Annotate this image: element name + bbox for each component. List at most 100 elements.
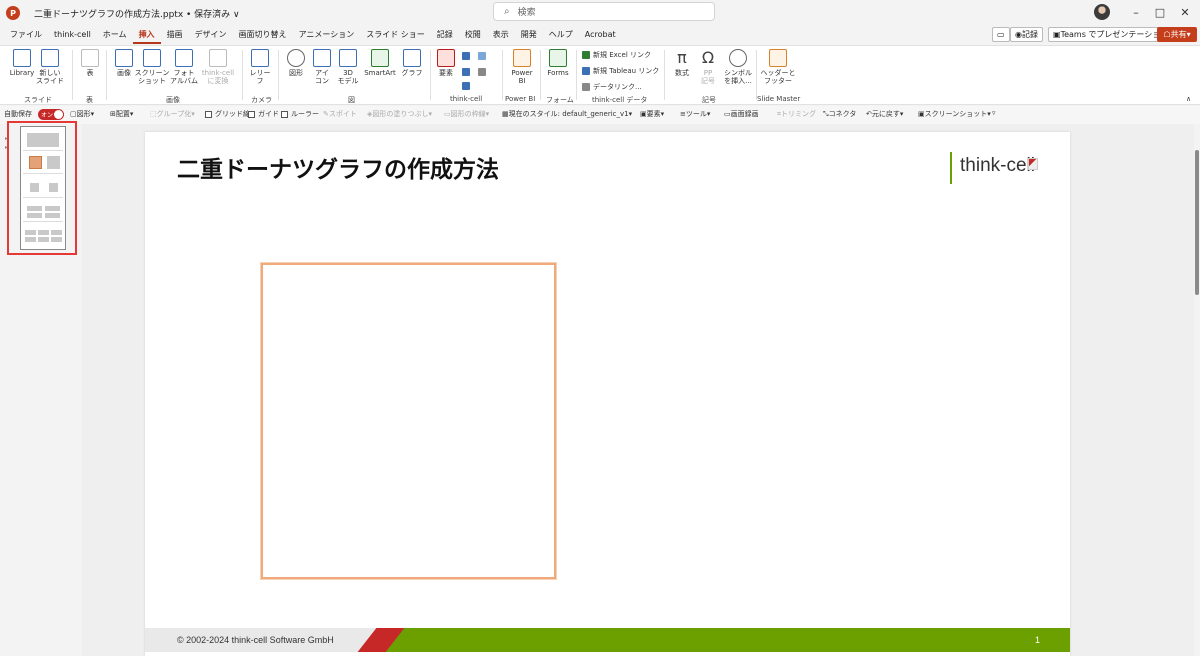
powerbi-button[interactable]: Power BI bbox=[504, 49, 540, 91]
layout-thumbnail-1[interactable] bbox=[23, 129, 63, 151]
content-placeholder[interactable] bbox=[261, 263, 556, 579]
search-input[interactable]: ⌕ 検索 bbox=[493, 2, 715, 21]
ribbon-collapse-icon[interactable]: ∧ bbox=[1186, 95, 1191, 103]
convert-icon bbox=[209, 49, 227, 67]
ruler-checkbox[interactable]: ルーラー bbox=[281, 109, 319, 119]
minimize-icon[interactable]: – bbox=[1126, 3, 1146, 21]
new-excel-link-button[interactable]: 新規 Excel リンク bbox=[582, 50, 651, 60]
symbol-search-icon bbox=[729, 49, 747, 67]
header-footer-icon bbox=[769, 49, 787, 67]
layout-thumbnail-strip[interactable] bbox=[20, 126, 66, 250]
tab-view[interactable]: 表示 bbox=[487, 26, 515, 44]
new-slide-button[interactable]: 新しい スライド bbox=[32, 49, 68, 91]
elements-button[interactable]: 要素 bbox=[428, 49, 464, 91]
scrollbar-thumb[interactable] bbox=[1195, 150, 1199, 295]
tab-slideshow[interactable]: スライド ショー bbox=[360, 26, 431, 44]
tab-design[interactable]: デザイン bbox=[189, 26, 233, 44]
customize-toolbar-icon[interactable]: ▿ bbox=[992, 109, 996, 117]
icons-icon bbox=[313, 49, 331, 67]
close-icon[interactable]: ✕ bbox=[1175, 3, 1195, 21]
smartart-button[interactable]: SmartArt bbox=[362, 49, 398, 91]
chart-button[interactable]: グラフ bbox=[394, 49, 430, 91]
crop-button[interactable]: ⌗ トリミング bbox=[777, 109, 816, 119]
toolbar-shapes[interactable]: ▢ 図形 ▾ bbox=[70, 109, 94, 119]
data-link-button[interactable]: データリンク... bbox=[582, 82, 642, 92]
shape-fill-button[interactable]: ◈ 図形の塗りつぶし ▾ bbox=[367, 109, 432, 119]
tab-record[interactable]: 記録 bbox=[431, 26, 459, 44]
tab-developer[interactable]: 開発 bbox=[515, 26, 543, 44]
connector-button[interactable]: ⤡ コネクタ bbox=[823, 109, 856, 119]
insert-symbol-button[interactable]: シンボル を挿入... bbox=[720, 49, 756, 91]
screenshot-button[interactable]: スクリーン ショット bbox=[134, 49, 170, 91]
toolbar-group[interactable]: ⬚ グループ化 ▾ bbox=[150, 109, 195, 119]
autosave-toggle[interactable]: オン bbox=[38, 109, 64, 120]
tab-transitions[interactable]: 画面切り替え bbox=[233, 26, 293, 44]
teams-present-button[interactable]: ▣ Teams でプレゼンテーション bbox=[1048, 27, 1174, 42]
thinkcell-logo-bar bbox=[950, 152, 952, 184]
new-tableau-link-button[interactable]: 新規 Tableau リンク bbox=[582, 66, 659, 76]
toolbar-elements[interactable]: ▣ 要素 ▾ bbox=[640, 109, 664, 119]
3d-models-button[interactable]: 3D モデル bbox=[330, 49, 366, 91]
slide-title[interactable]: 二重ドーナツグラフの作成方法 bbox=[177, 150, 499, 184]
thinkcell-convert-button[interactable]: think-cell に変換 bbox=[200, 49, 236, 91]
new-slide-icon bbox=[41, 49, 59, 67]
photo-album-icon bbox=[175, 49, 193, 67]
record-button[interactable]: ◉ 記録 bbox=[1010, 27, 1043, 42]
thinkcell-logo: think-cell bbox=[960, 155, 1035, 176]
thinkcell-align-icon[interactable] bbox=[478, 68, 489, 76]
tab-home[interactable]: ホーム bbox=[97, 26, 133, 44]
tab-help[interactable]: ヘルプ bbox=[543, 26, 579, 44]
slide-footer: © 2002-2024 think-cell Software GmbH 1 bbox=[145, 628, 1070, 652]
chart-icon bbox=[403, 49, 421, 67]
camera-icon bbox=[251, 49, 269, 67]
tab-file[interactable]: ファイル bbox=[4, 26, 48, 44]
eyedropper-button[interactable]: ✎ スポイト bbox=[323, 109, 357, 119]
library-icon bbox=[13, 49, 31, 67]
photo-album-button[interactable]: フォト アルバム bbox=[166, 49, 202, 91]
group-symbols-label: 記号 bbox=[702, 96, 716, 104]
current-style-dropdown[interactable]: ▦ 現在のスタイル: default_generic_v1 ▾ bbox=[502, 109, 632, 119]
tab-review[interactable]: 校閲 bbox=[459, 26, 487, 44]
gridlines-checkbox[interactable]: グリッド線 bbox=[205, 109, 250, 119]
toolbar-tools[interactable]: ≡ ツール ▾ bbox=[680, 109, 710, 119]
tab-insert[interactable]: 挿入 bbox=[132, 26, 161, 44]
tab-draw[interactable]: 描画 bbox=[161, 26, 189, 44]
layout-thumbnail-4[interactable] bbox=[23, 200, 63, 222]
forms-button[interactable]: Forms bbox=[540, 49, 576, 91]
layout-thumbnail-5[interactable] bbox=[23, 224, 63, 246]
table-button[interactable]: 表 bbox=[72, 49, 108, 91]
layout-thumbnail-3[interactable] bbox=[23, 176, 63, 198]
group-divider bbox=[756, 50, 757, 100]
group-slides-label: スライド bbox=[24, 96, 52, 104]
toolbar-arrange[interactable]: ⊞ 配置 ▾ bbox=[110, 109, 133, 119]
avatar[interactable] bbox=[1094, 4, 1110, 20]
comment-icon[interactable]: ▭ bbox=[992, 27, 1010, 42]
maximize-icon[interactable]: □ bbox=[1150, 3, 1170, 21]
powerbi-icon bbox=[513, 49, 531, 67]
screenshot-toolbar-button[interactable]: ▣ スクリーンショット ▾ bbox=[918, 109, 991, 119]
tab-thinkcell[interactable]: think-cell bbox=[48, 26, 97, 44]
cameo-button[interactable]: レリーフ bbox=[242, 49, 278, 91]
thinkcell-shape-icon[interactable] bbox=[462, 82, 473, 90]
share-button[interactable]: ☖ 共有 ▾ bbox=[1157, 27, 1197, 42]
thinkcell-list-icon[interactable] bbox=[462, 52, 473, 60]
guides-checkbox[interactable]: ガイド bbox=[248, 109, 279, 119]
group-illustrations-label: 図 bbox=[348, 96, 355, 104]
pi-icon: π bbox=[673, 49, 691, 67]
undo-button[interactable]: ↶ 元に戻す ▾ bbox=[866, 109, 903, 119]
header-footer-button[interactable]: ヘッダーと フッター bbox=[760, 49, 796, 91]
tab-animations[interactable]: アニメーション bbox=[293, 26, 361, 44]
search-placeholder: 検索 bbox=[517, 8, 536, 18]
document-title[interactable]: 二重ドーナツグラフの作成方法.pptx • 保存済み ∨ bbox=[34, 7, 240, 20]
slide-canvas[interactable]: 二重ドーナツグラフの作成方法 think-cell © 2002-2024 th… bbox=[145, 132, 1070, 656]
group-camera-label: カメラ bbox=[251, 96, 272, 104]
tab-acrobat[interactable]: Acrobat bbox=[579, 26, 622, 44]
shape-outline-button[interactable]: ▭ 図形の枠線 ▾ bbox=[444, 109, 489, 119]
thinkcell-expand-icon[interactable] bbox=[478, 52, 489, 60]
omega-icon: Ω bbox=[699, 49, 717, 67]
group-powerbi-label: Power BI bbox=[505, 95, 536, 103]
layout-thumbnail-2[interactable] bbox=[23, 152, 63, 174]
group-divider bbox=[576, 50, 577, 100]
screen-record-button[interactable]: ▭ 画面録画 bbox=[724, 109, 759, 119]
thinkcell-arrow-icon[interactable] bbox=[462, 68, 473, 76]
